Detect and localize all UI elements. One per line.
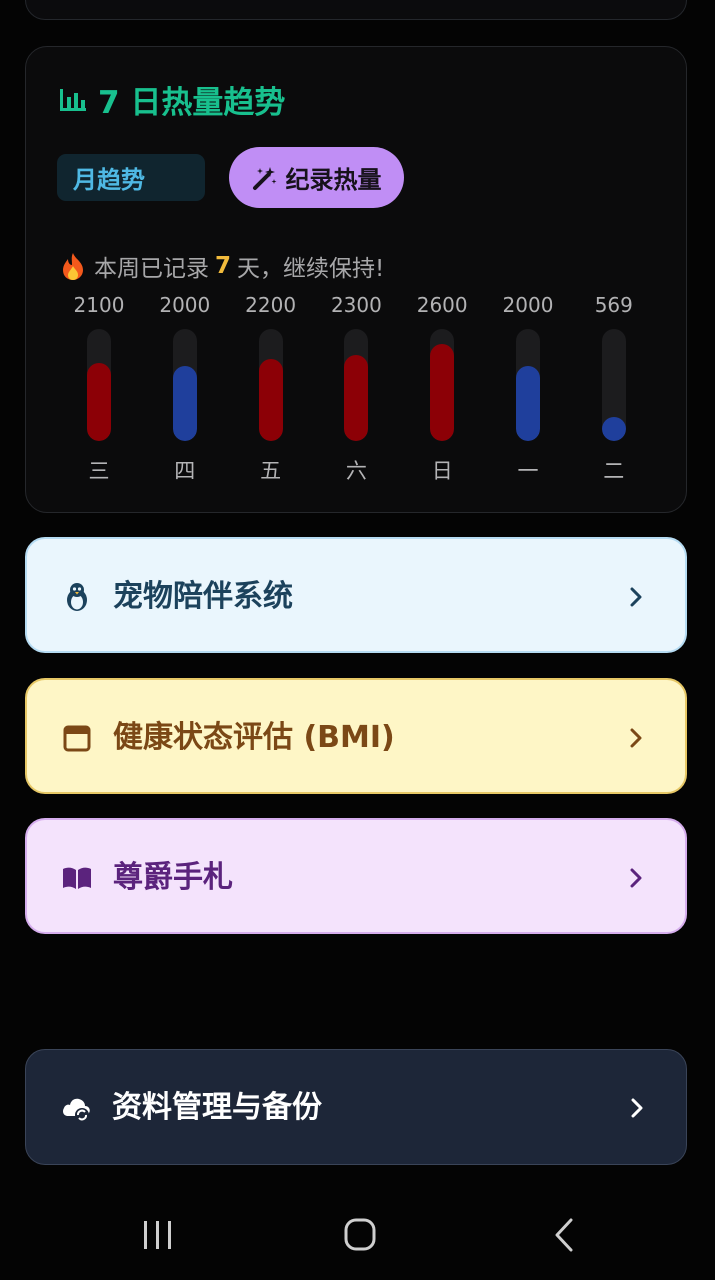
calorie-trend-card: 7 日热量趋势 月趋势 纪录热量 本周已记录 7 天，继续保持! 2100 三 20… — [25, 46, 687, 513]
bar-column: 2000 四 — [155, 291, 215, 485]
bar-value-label: 2000 — [159, 293, 211, 317]
magic-wand-icon — [252, 166, 276, 190]
record-calories-label: 纪录热量 — [285, 166, 382, 194]
bar-track — [87, 329, 111, 441]
bar-column: 2200 五 — [241, 291, 301, 485]
streak-days: 7 — [215, 253, 232, 279]
bar — [258, 359, 283, 441]
bar-day-label: 二 — [603, 459, 625, 483]
bar — [87, 363, 111, 441]
bar-value-label: 2000 — [502, 293, 554, 317]
bar — [430, 344, 455, 441]
bar-track — [601, 329, 626, 441]
bmi-assessment-menu-item[interactable]: 健康状态评估 (BMI) — [25, 678, 687, 794]
bar-day-label: 四 — [174, 459, 196, 483]
bar-column: 2100 三 — [69, 291, 129, 485]
bmi-assessment-label: 健康状态评估 (BMI) — [113, 720, 395, 755]
chevron-right-icon — [630, 868, 642, 888]
journal-menu-item[interactable]: 尊爵手札 — [25, 818, 687, 934]
record-calories-button[interactable]: 纪录热量 — [229, 147, 404, 208]
pet-companion-label: 宠物陪伴系统 — [113, 579, 293, 614]
home-button[interactable] — [330, 1210, 390, 1260]
previous-card — [25, 0, 687, 20]
calorie-bar-chart: 2100 三 2000 四 2200 五 2300 六 2600 日 2000 一 569 二 — [26, 291, 688, 491]
data-backup-label: 资料管理与备份 — [112, 1090, 322, 1125]
bar-track — [430, 329, 455, 441]
journal-label: 尊爵手札 — [113, 860, 233, 895]
bar-value-label: 2600 — [416, 293, 468, 317]
bar-value-label: 2300 — [330, 293, 382, 317]
streak-suffix: 天，继续保持! — [237, 256, 385, 282]
calendar-icon — [63, 725, 91, 752]
bar-day-label: 六 — [345, 459, 367, 483]
chevron-right-icon — [631, 1098, 643, 1118]
bar-value-label: 2100 — [73, 293, 125, 317]
bar-chart-icon — [60, 89, 86, 111]
bar-column: 2300 六 — [326, 291, 386, 485]
month-trend-button[interactable]: 月趋势 — [57, 154, 205, 201]
bar-track — [258, 329, 283, 441]
bar — [172, 366, 197, 441]
bar — [516, 366, 540, 441]
bar-value-label: 2200 — [245, 293, 297, 317]
penguin-icon — [67, 583, 87, 611]
bar — [601, 417, 626, 441]
bar — [344, 355, 369, 441]
system-navigation-bar — [0, 1190, 715, 1280]
fire-icon — [63, 253, 83, 280]
trend-title: 7 日热量趋势 — [58, 79, 286, 121]
bar-track — [172, 329, 197, 441]
book-icon — [63, 867, 91, 889]
streak-message: 本周已记录 7 天，继续保持! — [58, 249, 384, 283]
chevron-right-icon — [630, 587, 642, 607]
bar-day-label: 五 — [260, 459, 282, 483]
bar-column: 2600 日 — [412, 291, 472, 485]
bar-value-label: 569 — [594, 293, 633, 317]
chevron-right-icon — [630, 728, 642, 748]
bar-column: 2000 一 — [498, 291, 558, 485]
pet-companion-menu-item[interactable]: 宠物陪伴系统 — [25, 537, 687, 653]
bar-day-label: 日 — [431, 459, 453, 483]
back-button[interactable] — [533, 1210, 593, 1260]
bar-track — [516, 329, 540, 441]
cloud-sync-icon — [63, 1098, 90, 1122]
data-backup-menu-item[interactable]: 资料管理与备份 — [25, 1049, 687, 1165]
bar-track — [344, 329, 369, 441]
recent-apps-button[interactable] — [128, 1210, 188, 1260]
trend-title-text: 7 日热量趋势 — [98, 84, 286, 121]
bar-day-label: 三 — [88, 459, 110, 483]
bar-day-label: 一 — [517, 459, 539, 483]
bar-column: 569 二 — [584, 291, 644, 485]
streak-prefix: 本周已记录 — [94, 256, 209, 282]
